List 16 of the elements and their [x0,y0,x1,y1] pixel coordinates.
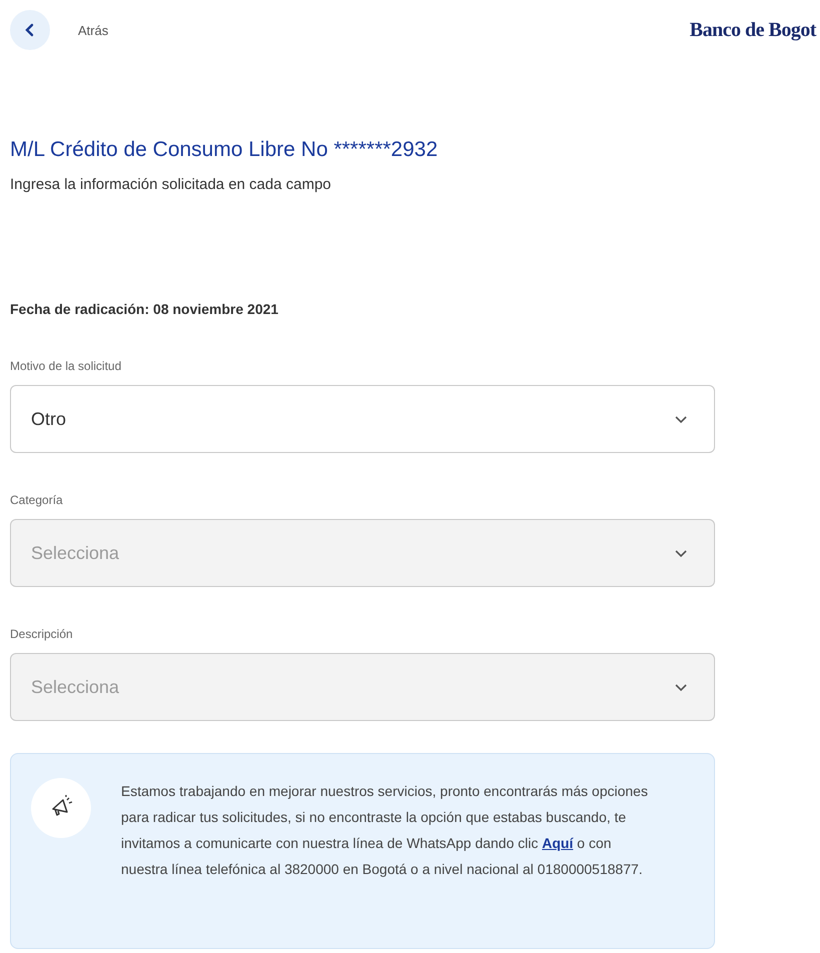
chevron-down-icon [674,414,688,424]
notice-text: Estamos trabajando en mejorar nuestros servicios, pronto encontrarás más opciones para radicar tus solicitudes, si no encontraste la opción que estabas buscando, te invitamos a comunicarte con nuestra línea de WhatsApp dando clic Aquí o con nuestra línea telefónica al 3820000 en Bogotá o a nivel nacional al 0180000518877. [121,782,649,879]
back-button[interactable] [10,10,50,50]
whatsapp-link[interactable]: Aquí [542,835,574,851]
page-title: M/L Crédito de Consumo Libre No *******2932 [10,138,439,162]
filing-date: Fecha de radicación: 08 noviembre 2021 [10,301,280,317]
select-field[interactable]: Otro [10,385,715,453]
field-label: Motivo de la solicitud [10,359,122,373]
field-label: Categoría [10,493,64,507]
page-subtitle: Ingresa la información solicitada en cada campo [10,176,332,193]
chevron-down-icon [674,548,688,558]
back-link[interactable]: Atrás [78,22,108,38]
chevron-down-icon [674,682,688,692]
back-icon [24,23,36,37]
field-label: Descripción [10,627,74,641]
bank-logo: Banco de Bogot [690,18,816,42]
